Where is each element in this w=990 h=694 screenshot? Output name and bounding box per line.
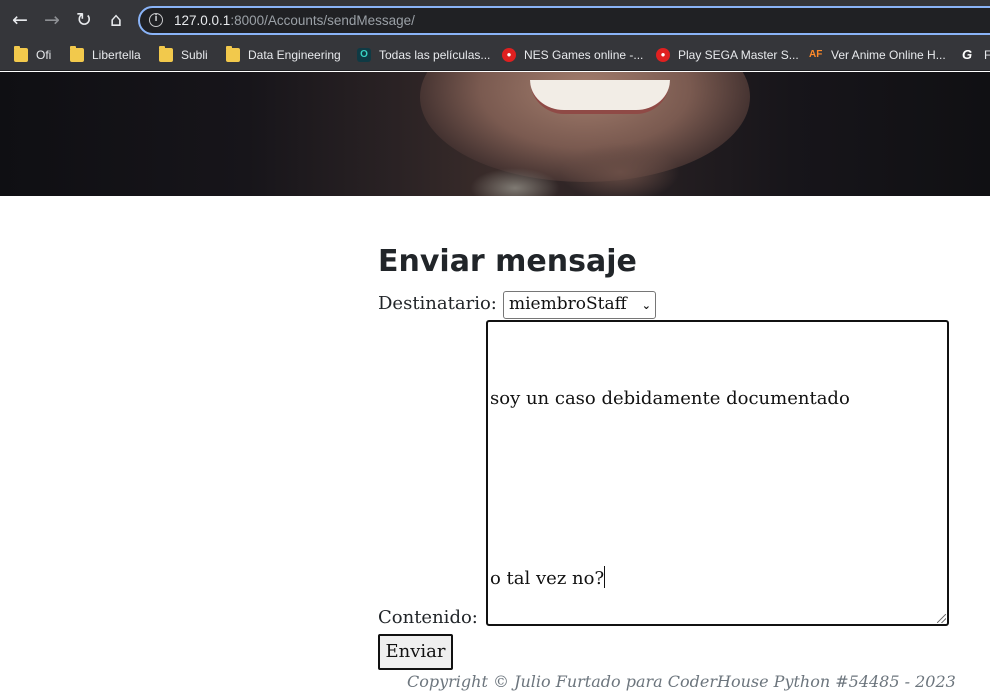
- folder-icon: [14, 46, 28, 62]
- content-line: o tal vez no?: [490, 564, 945, 594]
- hero-collar-shape: [470, 168, 560, 196]
- g-icon: G: [962, 47, 973, 62]
- url-host: 127.0.0.1: [174, 13, 231, 28]
- bookmark-label: Ofi: [36, 48, 52, 62]
- bookmark-label: F: [984, 48, 990, 62]
- bookmark-label: Todas las películas...: [379, 48, 491, 62]
- bookmark-label: Subli: [181, 48, 208, 62]
- bookmark-subli[interactable]: Subli: [159, 45, 208, 65]
- bookmark-label: Libertella: [92, 48, 141, 62]
- bookmark-f[interactable]: G F: [962, 45, 990, 65]
- bookmark-label: Ver Anime Online H...: [831, 48, 946, 62]
- af-icon: AF: [809, 49, 823, 60]
- hero-banner-image: [0, 72, 990, 196]
- gamepad-icon: ●: [656, 48, 670, 62]
- folder-icon: [70, 46, 84, 62]
- site-info-icon[interactable]: i: [149, 13, 163, 27]
- bookmarks-bar: Ofi Libertella Subli Data Engineering O …: [0, 40, 990, 71]
- recipient-select[interactable]: miembroStaff ⌄: [503, 291, 656, 319]
- back-arrow-icon[interactable]: ←: [8, 8, 32, 32]
- hero-smile-shape: [530, 80, 670, 114]
- bookmark-data-engineering[interactable]: Data Engineering: [226, 45, 341, 65]
- bookmark-todas-las-peliculas[interactable]: O Todas las películas...: [357, 45, 490, 65]
- content-label: Contenido:: [378, 607, 478, 628]
- bookmark-play-sega[interactable]: ● Play SEGA Master S...: [656, 45, 799, 65]
- bookmark-label: Play SEGA Master S...: [678, 48, 799, 62]
- forward-arrow-icon[interactable]: →: [40, 8, 64, 32]
- footer-copyright: Copyright © Julio Furtado para CoderHous…: [407, 672, 956, 691]
- gamepad-icon: ●: [502, 48, 516, 62]
- reload-icon[interactable]: ↻: [72, 8, 96, 32]
- hero-chin-shape: [560, 142, 680, 196]
- content-textarea[interactable]: soy un caso debidamente documentado o ta…: [486, 320, 949, 626]
- home-icon[interactable]: ⌂: [104, 8, 128, 32]
- text-caret: [604, 566, 606, 588]
- content-line: soy un caso debidamente documentado: [490, 388, 850, 409]
- bookmark-ver-anime[interactable]: AF Ver Anime Online H...: [809, 45, 946, 65]
- content-line-text: o tal vez no?: [490, 568, 605, 589]
- bookmark-ofi[interactable]: Ofi: [14, 45, 51, 65]
- address-bar[interactable]: i 127.0.0.1:8000/Accounts/sendMessage/: [138, 6, 990, 35]
- recipient-selected-value: miembroStaff: [509, 294, 627, 314]
- address-url[interactable]: 127.0.0.1:8000/Accounts/sendMessage/: [174, 13, 415, 28]
- bookmark-libertella[interactable]: Libertella: [70, 45, 141, 65]
- recipient-label: Destinatario:: [378, 293, 497, 314]
- url-path: :8000/Accounts/sendMessage/: [230, 13, 415, 28]
- folder-icon: [159, 46, 173, 62]
- content-blank-line: [490, 474, 945, 504]
- bookmark-nes-games[interactable]: ● NES Games online -...: [502, 45, 643, 65]
- bookmark-label: Data Engineering: [248, 48, 341, 62]
- resize-grip-icon[interactable]: [937, 614, 946, 623]
- send-button[interactable]: Enviar: [378, 634, 453, 670]
- chevron-down-icon: ⌄: [641, 299, 651, 312]
- folder-icon: [226, 46, 240, 62]
- browser-toolbar: ← → ↻ ⌂ i 127.0.0.1:8000/Accounts/sendMe…: [0, 0, 990, 40]
- bookmark-label: NES Games online -...: [524, 48, 644, 62]
- site-icon: O: [357, 48, 371, 62]
- page-title: Enviar mensaje: [378, 244, 637, 279]
